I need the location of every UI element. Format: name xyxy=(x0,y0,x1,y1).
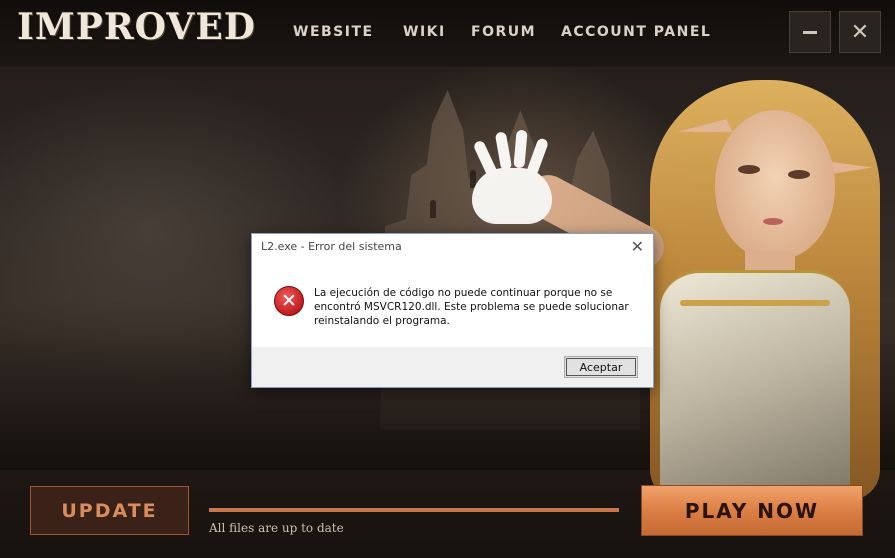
character-armor-trim xyxy=(680,300,830,306)
close-icon: ✕ xyxy=(850,19,870,45)
launcher-window: IMPROVED WEBSITE WIKI FORUM ACCOUNT PANE… xyxy=(0,0,895,558)
dialog-title: L2.exe - Error del sistema xyxy=(261,240,402,253)
minimize-button[interactable] xyxy=(789,11,831,53)
character-glove xyxy=(472,168,552,224)
dialog-message: La ejecución de código no puede continua… xyxy=(314,287,629,327)
minus-icon xyxy=(803,30,817,34)
dialog-close-icon[interactable]: ✕ xyxy=(631,237,644,256)
error-icon: ✕ xyxy=(274,286,304,316)
error-cross-glyph: ✕ xyxy=(281,289,297,312)
play-now-button[interactable]: PLAY NOW xyxy=(641,485,863,536)
character-eye xyxy=(788,170,810,179)
character-face xyxy=(715,110,835,260)
castle-window xyxy=(430,200,436,218)
update-button[interactable]: UPDATE xyxy=(30,486,189,535)
nav-forum-link[interactable]: FORUM xyxy=(471,24,536,40)
close-button[interactable]: ✕ xyxy=(839,11,881,53)
character-lips xyxy=(763,218,783,225)
logo: IMPROVED xyxy=(17,6,256,48)
character-eye xyxy=(738,165,760,174)
character-finger xyxy=(472,139,499,179)
update-progress-bar xyxy=(209,508,619,512)
update-status-text: All files are up to date xyxy=(209,521,344,535)
top-bar: IMPROVED WEBSITE WIKI FORUM ACCOUNT PANE… xyxy=(0,0,895,67)
nav-account-panel-link[interactable]: ACCOUNT PANEL xyxy=(561,24,711,40)
update-progress-fill xyxy=(209,508,619,512)
error-dialog: L2.exe - Error del sistema ✕ ✕ La ejecuc… xyxy=(251,233,654,388)
dialog-footer: Aceptar xyxy=(252,347,653,387)
nav-wiki-link[interactable]: WIKI xyxy=(403,24,446,40)
dialog-ok-button[interactable]: Aceptar xyxy=(564,356,638,378)
nav-website-link[interactable]: WEBSITE xyxy=(293,24,374,40)
